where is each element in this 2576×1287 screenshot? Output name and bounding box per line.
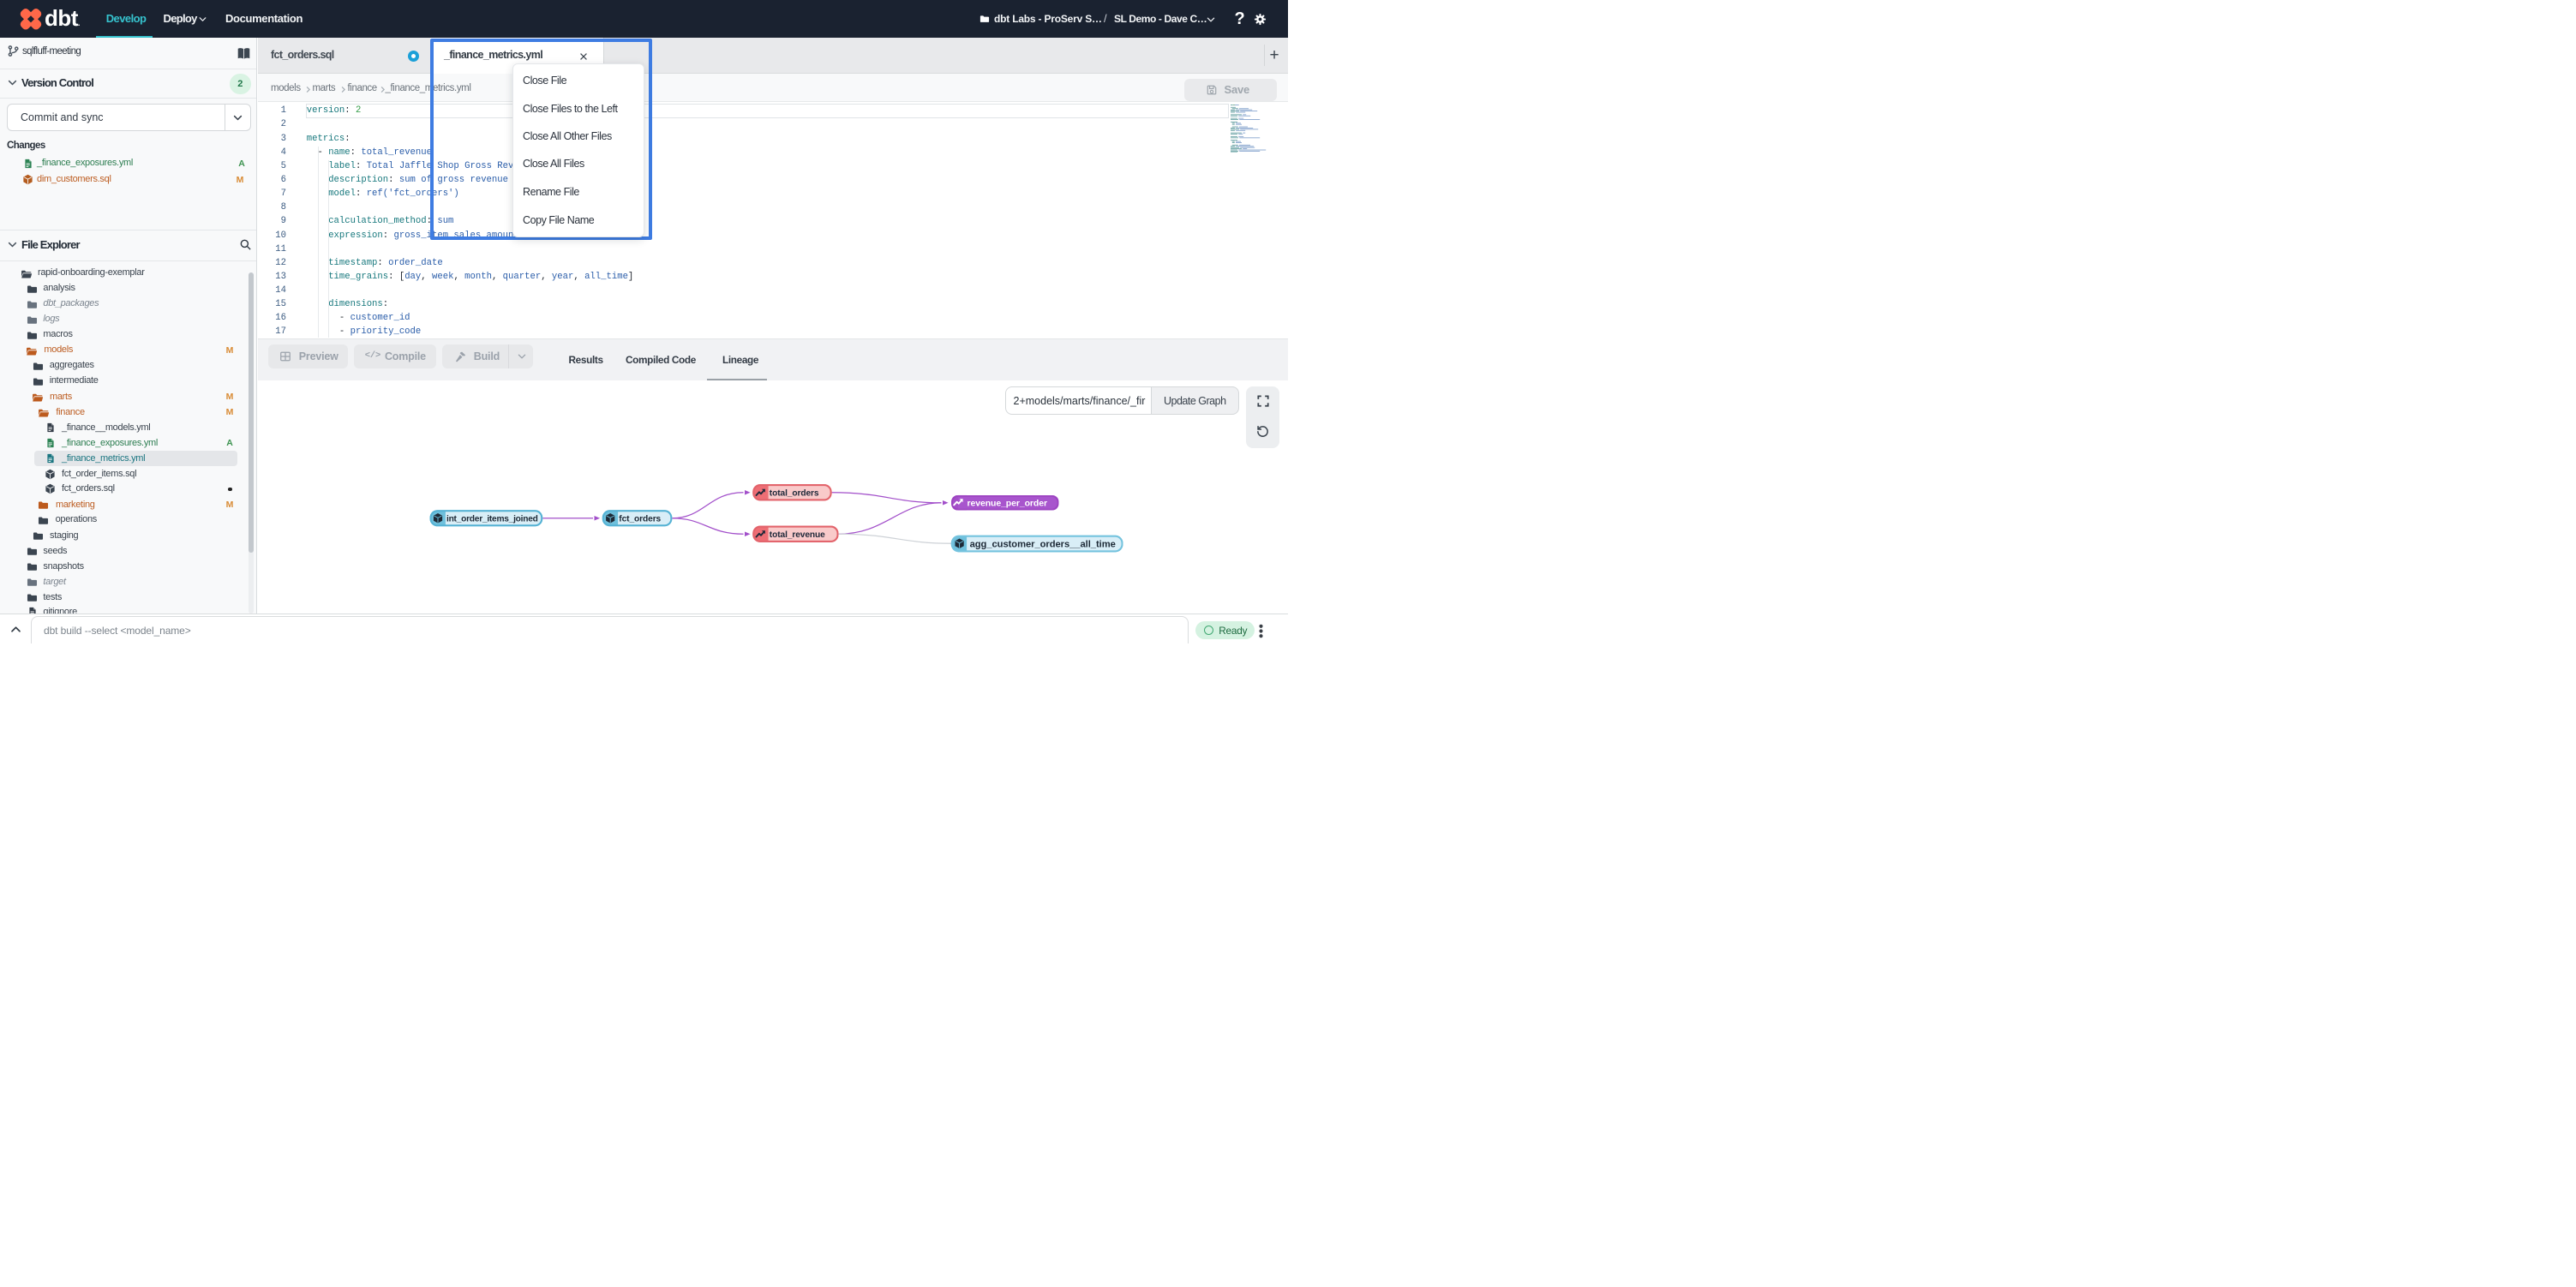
svg-text:total_revenue: total_revenue [770,531,825,541]
svg-text:int_order_items_joined: int_order_items_joined [446,515,538,524]
svg-text:total_orders: total_orders [770,489,819,499]
svg-text:agg_customer_orders__all_time: agg_customer_orders__all_time [970,540,1116,550]
svg-text:fct_orders: fct_orders [619,515,661,524]
svg-text:revenue_per_order: revenue_per_order [967,499,1047,509]
